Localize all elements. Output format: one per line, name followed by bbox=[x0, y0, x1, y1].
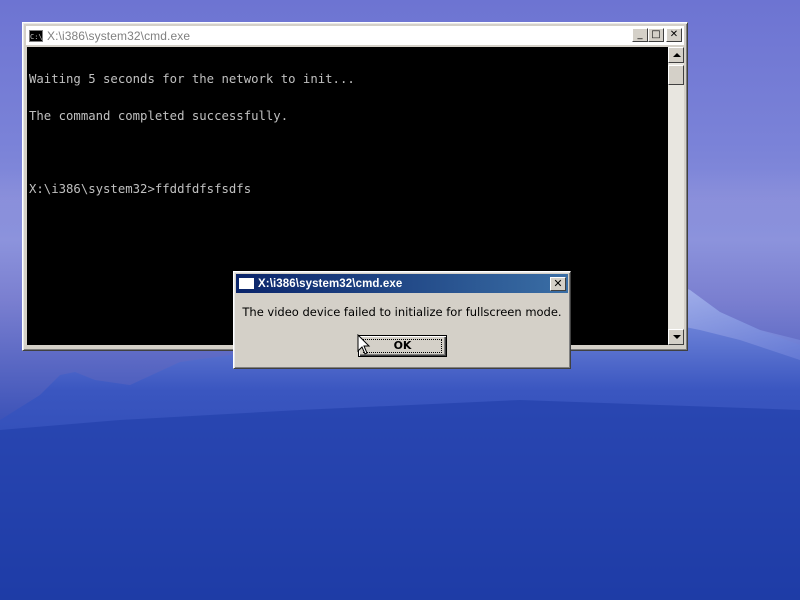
cmd-icon: C:\ bbox=[29, 29, 43, 42]
focus-rect bbox=[363, 339, 442, 353]
console-line: The command completed successfully. bbox=[29, 109, 289, 123]
arrow-down-icon bbox=[673, 335, 681, 339]
minimize-button[interactable]: _ bbox=[632, 28, 648, 42]
cmd-title: X:\i386\system32\cmd.exe bbox=[47, 28, 191, 43]
minimize-icon: _ bbox=[637, 29, 643, 40]
dialog-close-button[interactable]: ✕ bbox=[550, 277, 566, 291]
vertical-scrollbar[interactable] bbox=[668, 47, 684, 345]
scroll-thumb[interactable] bbox=[668, 65, 684, 85]
ok-button[interactable]: OK bbox=[358, 335, 447, 357]
arrow-up-icon bbox=[673, 53, 681, 57]
mouse-cursor-icon bbox=[357, 334, 371, 355]
maximize-icon: □ bbox=[651, 29, 661, 40]
console-line: X:\i386\system32>ffddfdfsfsdfs bbox=[29, 182, 252, 197]
dialog-message: The video device failed to initialize fo… bbox=[242, 305, 562, 319]
console-line: Waiting 5 seconds for the network to ini… bbox=[29, 72, 355, 87]
scroll-down-button[interactable] bbox=[668, 329, 684, 345]
scroll-up-button[interactable] bbox=[668, 47, 684, 63]
dialog-title: X:\i386\system32\cmd.exe bbox=[258, 277, 403, 290]
window-icon bbox=[239, 278, 254, 289]
close-button[interactable]: ✕ bbox=[666, 28, 682, 42]
maximize-button[interactable]: □ bbox=[648, 28, 664, 42]
dialog-titlebar[interactable]: X:\i386\system32\cmd.exe ✕ bbox=[236, 274, 568, 293]
close-icon: ✕ bbox=[553, 277, 563, 290]
close-icon: ✕ bbox=[669, 29, 679, 40]
cmd-titlebar[interactable]: C:\ X:\i386\system32\cmd.exe _ □ ✕ bbox=[26, 26, 684, 45]
error-dialog: X:\i386\system32\cmd.exe ✕ The video dev… bbox=[233, 271, 571, 369]
